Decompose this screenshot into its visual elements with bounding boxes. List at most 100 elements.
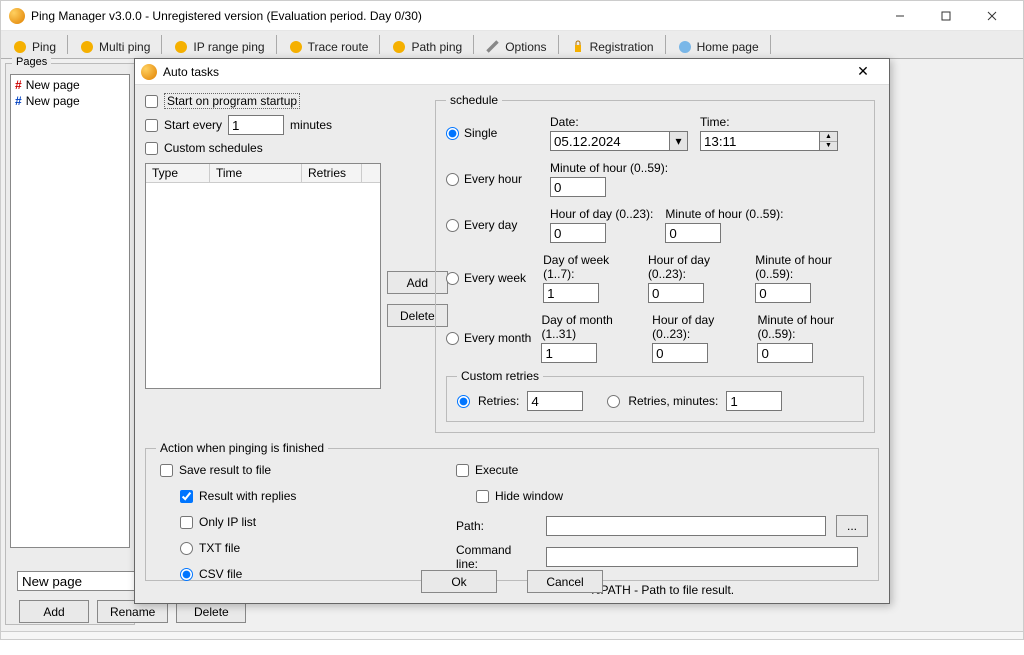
retries-radio[interactable] [457, 395, 470, 408]
day-hour-input[interactable] [550, 223, 606, 243]
minute-of-hour-label: Minute of hour (0..59): [757, 313, 864, 341]
only-ip-label: Only IP list [199, 515, 256, 529]
dialog-title: Auto tasks [163, 65, 843, 79]
week-day-input[interactable] [543, 283, 599, 303]
minute-of-hour-label: Minute of hour (0..59): [665, 207, 783, 221]
tab-options[interactable]: Options [476, 34, 555, 58]
every-month-radio[interactable] [446, 332, 459, 345]
pages-list[interactable]: #New page #New page [10, 74, 130, 548]
tab-ping[interactable]: Ping [3, 34, 65, 58]
every-day-label: Every day [464, 218, 517, 232]
start-every-input[interactable] [228, 115, 284, 135]
date-dropdown-button[interactable]: ▾ [670, 131, 688, 151]
table-header: Type Time Retries [146, 164, 380, 183]
tab-home-page[interactable]: Home page [668, 34, 768, 58]
month-hour-input[interactable] [652, 343, 708, 363]
result-replies-label: Result with replies [199, 489, 296, 503]
browse-label: ... [847, 519, 857, 533]
schedule-legend: schedule [446, 93, 502, 107]
month-day-input[interactable] [541, 343, 597, 363]
month-minute-input[interactable] [757, 343, 813, 363]
page-item[interactable]: #New page [13, 77, 127, 93]
retries-input[interactable] [527, 391, 583, 411]
retries-minutes-radio[interactable] [607, 395, 620, 408]
tab-options-label: Options [505, 40, 546, 54]
day-of-month-label: Day of month (1..31) [541, 313, 640, 341]
hour-of-day-label: Hour of day (0..23): [550, 207, 653, 221]
time-spinner[interactable]: ▲▼ [820, 131, 838, 151]
start-on-startup-checkbox[interactable] [145, 95, 158, 108]
dialog-titlebar: Auto tasks ✕ [135, 59, 889, 85]
delete-label: Delete [194, 605, 229, 619]
date-label: Date: [550, 115, 688, 129]
ok-button[interactable]: Ok [421, 570, 497, 593]
start-on-startup-label: Start on program startup [164, 93, 300, 109]
ok-label: Ok [451, 575, 466, 589]
cancel-button[interactable]: Cancel [527, 570, 603, 593]
day-of-week-label: Day of week (1..7): [543, 253, 636, 281]
close-button[interactable] [969, 2, 1015, 30]
tab-registration[interactable]: Registration [561, 34, 663, 58]
week-minute-input[interactable] [755, 283, 811, 303]
hour-of-day-label: Hour of day (0..23): [648, 253, 743, 281]
every-hour-radio[interactable] [446, 173, 459, 186]
date-input[interactable] [550, 131, 670, 151]
custom-retries-fieldset: Custom retries Retries: Retries, minutes… [446, 369, 864, 422]
pages-label: Pages [12, 56, 51, 68]
time-input[interactable] [700, 131, 820, 151]
every-day-radio[interactable] [446, 219, 459, 232]
save-result-checkbox[interactable] [160, 464, 173, 477]
week-hour-input[interactable] [648, 283, 704, 303]
app-icon [9, 8, 25, 24]
dialog-icon [141, 64, 157, 80]
custom-schedules-label: Custom schedules [164, 141, 263, 155]
window-title: Ping Manager v3.0.0 - Unregistered versi… [31, 9, 877, 23]
rename-label: Rename [110, 605, 155, 619]
action-fieldset: Action when pinging is finished Save res… [145, 441, 879, 581]
tab-path-ping[interactable]: Path ping [382, 34, 471, 58]
day-minute-input[interactable] [665, 223, 721, 243]
start-every-checkbox[interactable] [145, 119, 158, 132]
minimize-button[interactable] [877, 2, 923, 30]
tab-trace-route[interactable]: Trace route [279, 34, 378, 58]
every-week-radio[interactable] [446, 272, 459, 285]
main-toolbar: Ping Multi ping IP range ping Trace rout… [1, 31, 1023, 59]
col-type: Type [146, 164, 210, 182]
page-item-label: New page [26, 78, 80, 92]
col-retries: Retries [302, 164, 362, 182]
save-result-label: Save result to file [179, 463, 271, 477]
retries-minutes-label: Retries, minutes: [628, 394, 718, 408]
browse-button[interactable]: ... [836, 515, 868, 537]
tab-ip-range-ping[interactable]: IP range ping [164, 34, 273, 58]
schedule-fieldset: schedule Single Date: ▾ Time: [435, 93, 875, 433]
command-line-label: Command line: [456, 543, 536, 571]
txt-file-radio[interactable] [180, 542, 193, 555]
result-replies-checkbox[interactable] [180, 490, 193, 503]
cancel-label: Cancel [546, 575, 583, 589]
add-page-button[interactable]: Add [19, 600, 89, 623]
schedules-table[interactable]: Type Time Retries [145, 163, 381, 389]
page-item[interactable]: #New page [13, 93, 127, 109]
execute-checkbox[interactable] [456, 464, 469, 477]
add-label: Add [407, 276, 428, 290]
dialog-close-button[interactable]: ✕ [843, 63, 883, 80]
path-label: Path: [456, 519, 536, 533]
minute-of-hour-label: Minute of hour (0..59): [755, 253, 864, 281]
time-label: Time: [700, 115, 838, 129]
maximize-button[interactable] [923, 2, 969, 30]
tab-registration-label: Registration [590, 40, 654, 54]
command-line-input[interactable] [546, 547, 858, 567]
hide-window-checkbox[interactable] [476, 490, 489, 503]
every-week-label: Every week [464, 271, 526, 285]
add-label: Add [43, 605, 64, 619]
retries-minutes-input[interactable] [726, 391, 782, 411]
tab-ip-range-ping-label: IP range ping [193, 40, 264, 54]
retries-label: Retries: [478, 394, 519, 408]
custom-schedules-checkbox[interactable] [145, 142, 158, 155]
single-radio[interactable] [446, 127, 459, 140]
path-input[interactable] [546, 516, 826, 536]
tab-multi-ping[interactable]: Multi ping [70, 34, 159, 58]
minute-of-hour-input[interactable] [550, 177, 606, 197]
only-ip-checkbox[interactable] [180, 516, 193, 529]
hide-window-label: Hide window [495, 489, 563, 503]
